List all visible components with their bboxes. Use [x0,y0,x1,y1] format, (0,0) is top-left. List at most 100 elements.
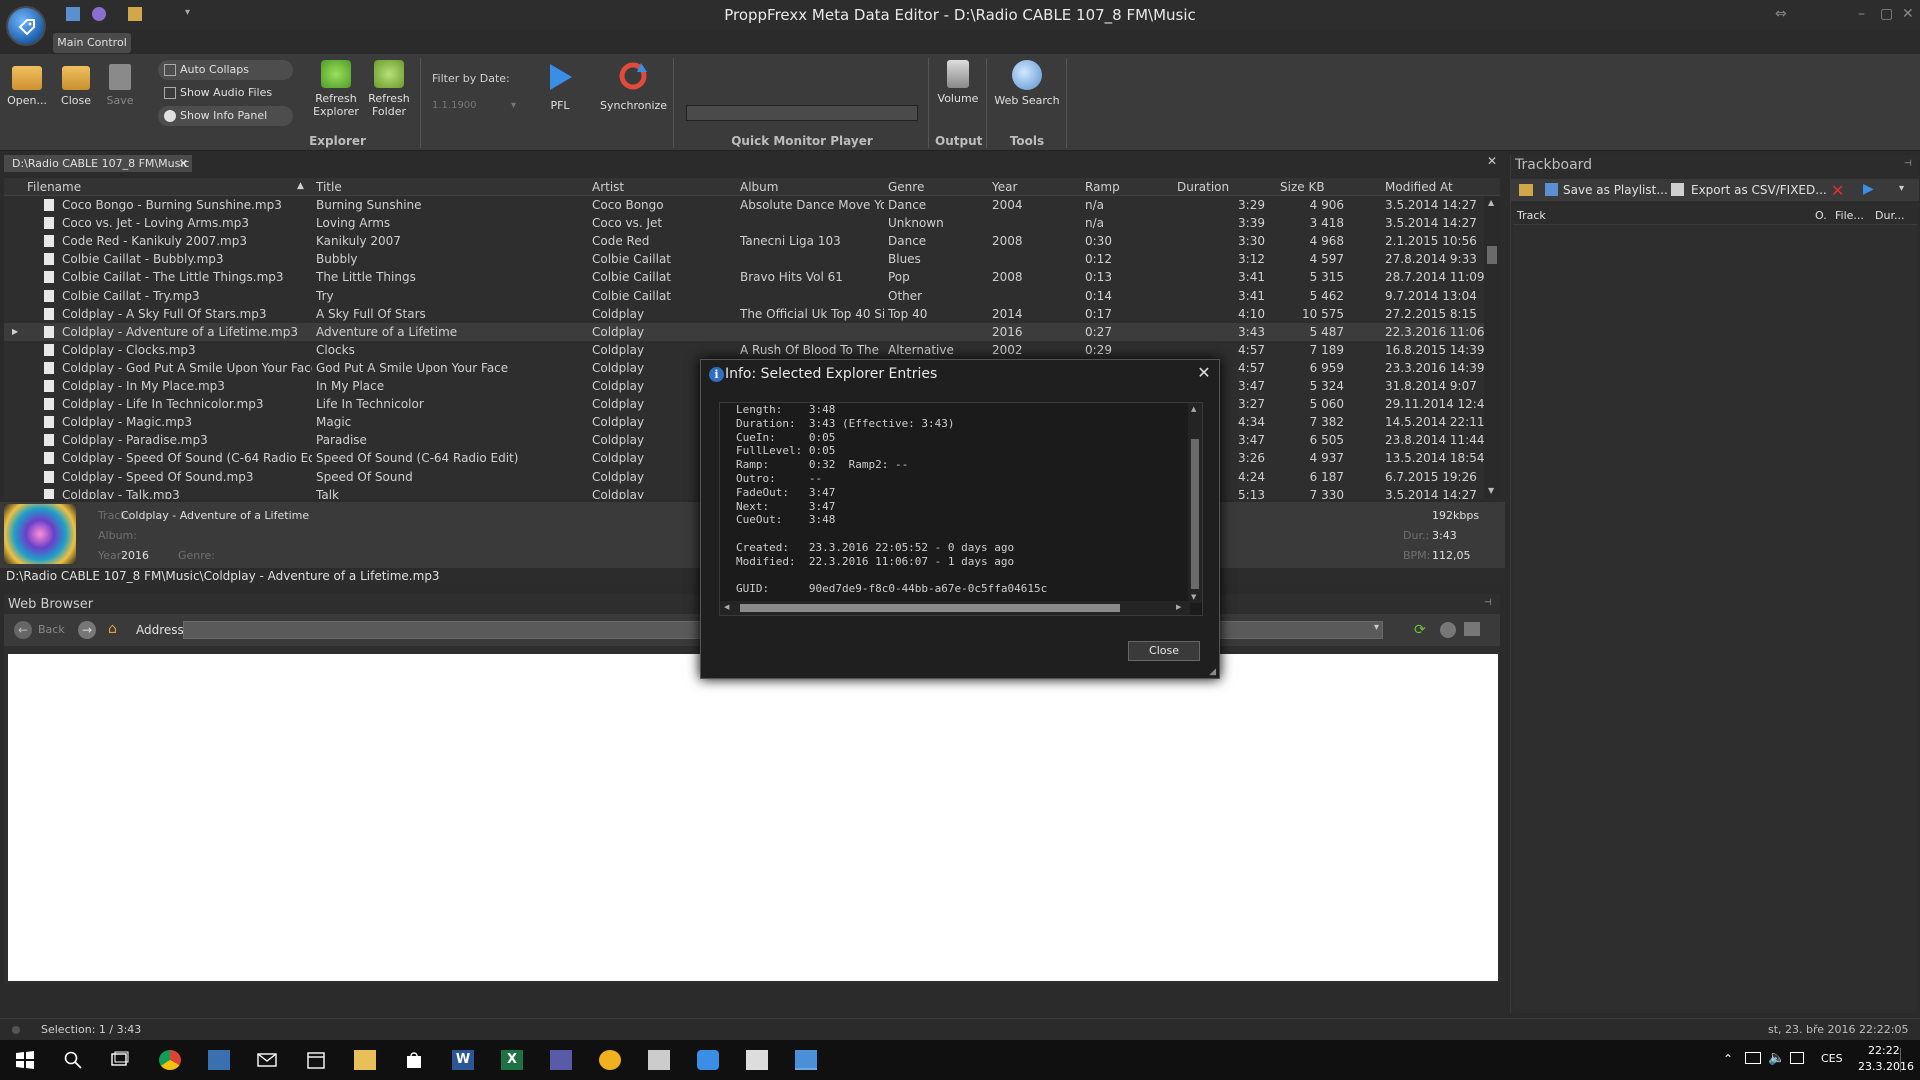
export-csv-button[interactable]: Export as CSV/FIXED... [1691,183,1827,197]
mail-icon[interactable] [256,1050,278,1070]
filter-date-picker[interactable]: 1.1.1900 ▾ [432,100,518,116]
excel-icon[interactable]: X [501,1050,523,1070]
refresh-icon[interactable]: ⟳ [1414,622,1426,638]
column-header[interactable]: O. [1815,209,1827,222]
dialog-horizontal-scrollbar[interactable]: ◀ ▶ [720,601,1190,615]
pin-icon[interactable]: ⊣ [1484,598,1492,608]
table-row-selected[interactable]: ▶ Coldplay - Adventure of a Lifetime.mp3 A… [4,322,1484,341]
language-indicator[interactable]: CES [1821,1052,1843,1065]
forward-arrow-icon[interactable]: → [78,621,96,639]
restore-arrows-icon[interactable]: ⇔ [1775,6,1787,22]
column-header[interactable]: Track [1517,209,1546,222]
chevron-up-icon[interactable]: ⌃ [1723,1052,1733,1066]
scroll-thumb[interactable] [740,604,1120,612]
save-button[interactable]: Save [100,64,140,107]
close-panel-icon[interactable]: ✕ [1487,154,1497,168]
refresh-folder-button[interactable]: Refresh Folder [365,60,413,118]
task-view-icon[interactable] [109,1050,131,1070]
scroll-right-icon[interactable]: ▶ [1176,603,1181,611]
table-row[interactable]: Coco vs. Jet - Loving Arms.mp3 Loving Arm… [4,214,1484,232]
web-browser-content[interactable] [8,654,1498,981]
table-row[interactable]: Colbie Caillat - Bubbly.mp3 Bubbly Colbie … [4,250,1484,268]
chevron-down-icon[interactable]: ▾ [1374,622,1379,633]
print-icon[interactable] [1464,622,1480,636]
stop-icon[interactable] [1440,622,1456,638]
column-header[interactable]: File... [1835,209,1864,222]
scroll-thumb[interactable] [1191,439,1199,589]
table-row[interactable]: Code Red - Kanikuly 2007.mp3 Kanikuly 200… [4,232,1484,250]
open-folder-icon[interactable] [1519,184,1533,196]
close-tab-icon[interactable]: ✕ [179,155,188,172]
chrome-icon[interactable] [159,1050,181,1070]
table-row[interactable]: Coldplay - Clocks.mp3 Clocks Coldplay A Rus… [4,341,1484,359]
calculator-icon[interactable] [648,1050,670,1070]
tab-music-folder[interactable]: D:\Radio CABLE 107_8 FM\Music ✕ [4,155,192,172]
column-header[interactable]: Album [740,180,778,194]
volume-button[interactable]: Volume [935,60,981,105]
proppfrexx-taskbar-icon[interactable] [795,1050,817,1070]
save-playlist-button[interactable]: Save as Playlist... [1563,183,1668,197]
dialog-info-text-area[interactable]: Length: 3:48 Duration: 3:43 (Effective: 3… [719,402,1203,616]
home-icon[interactable]: ⌂ [108,621,117,637]
column-header[interactable]: Dur... [1875,209,1904,222]
column-header[interactable]: Modified At [1385,180,1453,194]
media-app-icon[interactable] [599,1050,621,1070]
table-row[interactable]: Colbie Caillat - Try.mp3 Try Colbie Cailla… [4,287,1484,305]
dialog-close-button[interactable]: Close [1128,641,1200,661]
column-header[interactable]: Genre [888,180,924,194]
file-explorer-icon[interactable] [354,1050,376,1070]
trackboard-list[interactable] [1513,225,1917,1009]
show-audio-only-toggle[interactable]: Show Audio Files Only [158,83,293,119]
clear-red-x-icon[interactable]: ✕ [1831,181,1844,200]
scroll-thumb[interactable] [1487,246,1497,264]
show-desktop-button[interactable] [1900,1048,1914,1072]
column-header[interactable]: Title [316,180,342,194]
table-row[interactable]: Coldplay - A Sky Full Of Stars.mp3 A Sky … [4,305,1484,323]
back-label[interactable]: Back [38,623,65,636]
auto-collaps-toggle[interactable]: Auto Collaps [158,60,293,80]
refresh-explorer-button[interactable]: Refresh Explorer [312,60,360,118]
web-search-button[interactable]: Web Search [994,60,1060,107]
microphone-app-icon[interactable] [697,1050,719,1070]
column-header[interactable]: Year [992,180,1017,194]
column-header[interactable]: Duration [1177,180,1229,194]
search-icon[interactable] [62,1050,84,1070]
grid-vertical-scrollbar[interactable]: ▲ ▼ [1484,196,1500,499]
play-icon[interactable]: ▶ [1863,181,1874,197]
calendar-icon[interactable] [305,1050,327,1070]
quick-monitor-progress[interactable] [686,105,918,121]
notifications-icon[interactable] [1790,1052,1804,1064]
scroll-up-icon[interactable]: ▲ [1488,198,1494,207]
dialog-vertical-scrollbar[interactable]: ▲ ▼ [1188,403,1202,603]
column-header[interactable]: Ramp [1085,180,1120,194]
clock-time[interactable]: 22:22 [1868,1044,1900,1057]
chevron-down-icon[interactable]: ▾ [1899,183,1904,194]
dialog-close-icon[interactable]: ✕ [1195,364,1213,382]
volume-icon[interactable]: 🔈 [1768,1050,1785,1066]
close-button[interactable]: Close [56,66,96,107]
scroll-left-icon[interactable]: ◀ [724,603,729,611]
resize-grip-icon[interactable]: ◢ [1209,667,1216,677]
show-info-panel-toggle[interactable]: Show Info Panel [158,106,293,126]
scroll-up-icon[interactable]: ▲ [1191,405,1196,413]
utility-app-icon[interactable] [746,1050,768,1070]
synchronize-button[interactable]: Synchronize [600,60,667,112]
windows-start-icon[interactable] [14,1050,36,1070]
scroll-down-icon[interactable]: ▼ [1191,593,1196,601]
app-menu-orb[interactable] [6,6,46,46]
scroll-down-icon[interactable]: ▼ [1488,486,1494,495]
store-icon[interactable] [403,1050,425,1070]
table-row[interactable]: Coco Bongo - Burning Sunshine.mp3 Burning… [4,196,1484,214]
app-blue-icon[interactable] [208,1050,230,1070]
back-arrow-icon[interactable]: ← [14,621,32,639]
pin-icon[interactable]: ⊣ [1904,159,1912,169]
tab-main-control[interactable]: Main Control [53,33,131,53]
network-icon[interactable] [1745,1052,1761,1064]
floppy-app-icon[interactable] [550,1050,572,1070]
open-button[interactable]: Open... [6,66,48,107]
close-window-button[interactable]: ✕ [1902,6,1914,22]
minimize-button[interactable]: – [1858,6,1865,22]
column-header[interactable]: Artist [592,180,624,194]
pfl-button[interactable]: PFL [540,62,580,112]
table-row[interactable]: Colbie Caillat - The Little Things.mp3 Th… [4,268,1484,286]
